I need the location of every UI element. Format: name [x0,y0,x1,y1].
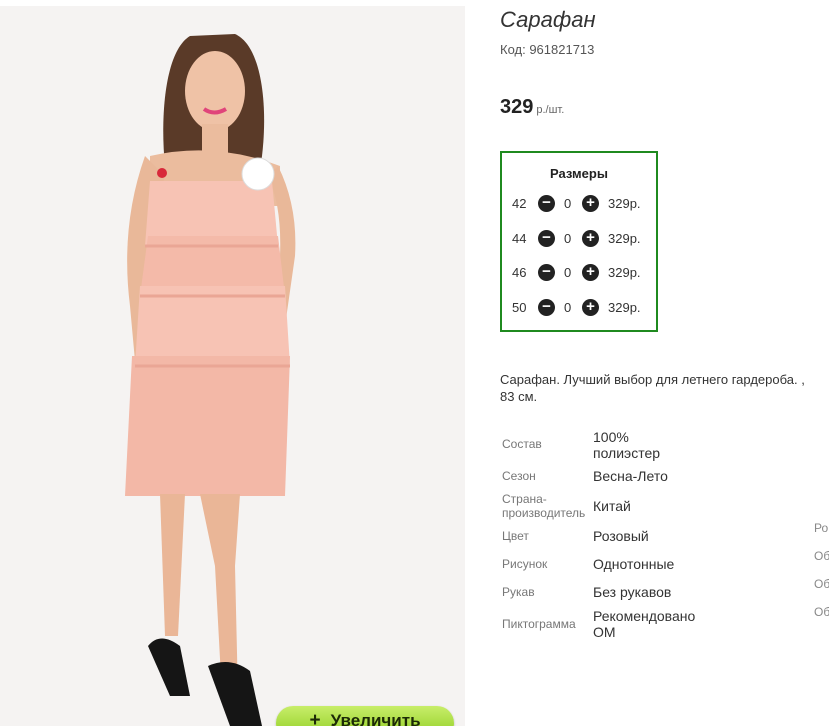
attr-value-line: ОМ [593,624,616,640]
edge-label: Об [814,577,829,591]
size-price: 329р. [608,265,641,280]
quantity-value: 0 [564,300,572,315]
quantity-value: 0 [564,196,572,211]
plus-icon[interactable]: + [582,230,599,247]
size-row: 46 − 0 + 329р. [502,264,658,282]
size-label: 44 [512,231,527,246]
product-title: Сарафан [500,7,596,32]
attr-value-country: Китай [593,498,631,514]
zoom-button-label: Увеличить [330,711,421,726]
size-label: 42 [512,196,527,211]
minus-icon[interactable]: − [538,230,555,247]
sizes-panel: Размеры 42 − 0 + 329р. 44 − 0 + 329р. 46… [500,151,658,332]
size-row: 42 − 0 + 329р. [502,195,658,213]
attr-value-season: Весна-Лето [593,468,668,484]
price-value: 329 [500,96,534,118]
size-row: 50 − 0 + 329р. [502,299,658,317]
product-description: Сарафан. Лучший выбор для летнего гардер… [500,371,829,405]
quantity-value: 0 [564,265,572,280]
quantity-value: 0 [564,231,572,246]
model-in-dress-image [0,6,465,726]
minus-icon[interactable]: − [538,264,555,281]
attr-value-line: Рекомендовано [593,608,696,624]
attr-label-color: Цвет [502,529,529,543]
plus-icon: + [309,710,321,726]
product-photo[interactable]: + Увеличить [0,6,465,726]
attr-label-composition: Состав [502,437,542,451]
attr-value-line: 100% [593,429,629,445]
attr-value-pictogram: Рекомендовано ОМ [593,608,695,640]
attr-label-season: Сезон [502,469,536,483]
attr-value-line: полиэстер [593,445,661,461]
description-line: 83 см. [500,389,538,404]
minus-icon[interactable]: − [538,299,555,316]
attr-label-pictogram: Пиктограмма [502,617,576,631]
attr-value-color: Розовый [593,528,649,544]
attr-label-line: Страна- [502,492,547,506]
attr-value-composition: 100% полиэстер [593,429,660,461]
product-code: Код: 961821713 [500,42,595,57]
size-row: 44 − 0 + 329р. [502,230,658,248]
edge-label: Ро [814,521,829,535]
attr-value-pattern: Однотонные [593,556,675,572]
description-line: Сарафан. Лучший выбор для летнего гардер… [500,372,805,387]
plus-icon[interactable]: + [582,299,599,316]
plus-icon[interactable]: + [582,264,599,281]
size-price: 329р. [608,300,641,315]
zoom-button[interactable]: + Увеличить [276,706,454,726]
attr-label-pattern: Рисунок [502,557,548,571]
product-price: 329 р./шт. [500,96,564,119]
sizes-title: Размеры [550,166,608,181]
attr-value-sleeve: Без рукавов [593,584,672,600]
size-price: 329р. [608,231,641,246]
attr-label-line: производитель [502,506,586,520]
edge-label: Об [814,605,829,619]
attr-label-country: Страна- производитель [502,492,585,520]
edge-label: Об [814,549,829,563]
price-unit: р./шт. [536,104,565,116]
size-label: 50 [512,300,527,315]
plus-icon[interactable]: + [582,195,599,212]
attr-label-sleeve: Рукав [502,585,535,599]
size-label: 46 [512,265,527,280]
minus-icon[interactable]: − [538,195,555,212]
size-price: 329р. [608,196,641,211]
